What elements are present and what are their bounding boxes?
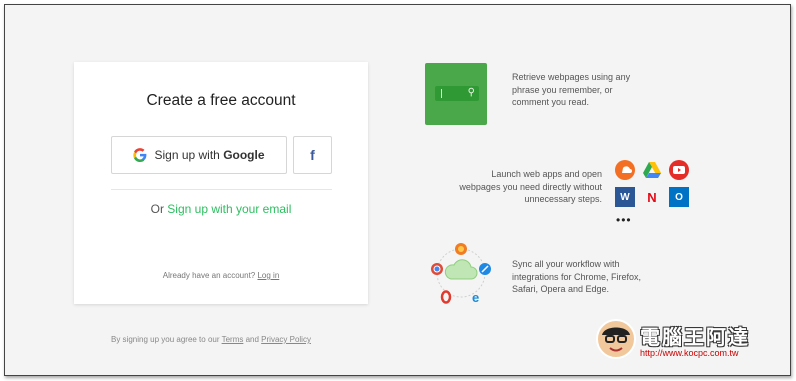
login-prompt: Already have an account? Log in [74, 271, 368, 280]
email-signup-line: Or Sign up with your email [74, 202, 368, 216]
watermark-title: 電腦王阿達 [640, 327, 750, 349]
privacy-policy-link[interactable]: Privacy Policy [261, 335, 311, 344]
feature-line: phrase you remember, or [512, 84, 613, 95]
search-icon: ⚲ [467, 87, 475, 98]
google-button-label: Sign up with Google [154, 148, 265, 162]
signup-title: Create a free account [146, 92, 296, 109]
have-account-label: Already have an account? [162, 271, 258, 280]
search-bar-illustration: ⚲ [435, 86, 479, 101]
watermark-avatar-icon [596, 319, 636, 359]
feature-line: Safari, Opera and Edge. [512, 284, 610, 294]
feature-line: integrations for Chrome, Firefox, [512, 271, 642, 282]
facebook-signup-button[interactable]: f [293, 136, 332, 174]
feature-retrieve-text: Retrieve webpages using any phrase you r… [512, 71, 630, 109]
youtube-icon [669, 160, 689, 180]
feature-sync-text: Sync all your workflow with integrations… [512, 258, 641, 296]
feature-line: Retrieve webpages using any [512, 72, 631, 82]
feature-launch-text: Launch web apps and open webpages you ne… [440, 168, 602, 206]
text-cursor [441, 89, 442, 98]
app-icons-grid: W N O ••• [615, 160, 695, 232]
feature-line: Launch web apps and open [491, 169, 602, 179]
google-icon [133, 148, 147, 162]
google-signup-button[interactable]: Sign up with Google [111, 136, 287, 174]
terms-prefix: By signing up you agree to our [111, 335, 222, 344]
word-icon: W [615, 187, 635, 207]
feature-line: comment you read. [512, 97, 590, 107]
login-link[interactable]: Log in [257, 271, 279, 280]
divider [111, 189, 332, 190]
search-feature-tile: ⚲ [425, 63, 487, 125]
feature-line: webpages you need directly without [459, 181, 602, 192]
more-icon: ••• [616, 213, 632, 227]
terms-and: and [243, 335, 262, 344]
signup-card: Create a free account Sign up with Googl… [74, 62, 368, 304]
svg-text:e: e [472, 290, 479, 305]
or-label: Or [150, 202, 168, 216]
google-drive-icon [642, 160, 662, 180]
feature-line: unnecessary steps. [524, 194, 602, 204]
browser-cloud-icon: e [431, 243, 491, 305]
watermark: 電腦王阿達 http://www.kocpc.com.tw [596, 315, 776, 361]
soundcloud-icon [615, 160, 635, 180]
outlook-icon: O [669, 187, 689, 207]
feature-line: Sync all your workflow with [512, 259, 620, 269]
terms-link[interactable]: Terms [222, 335, 244, 344]
netflix-icon: N [647, 189, 657, 205]
watermark-url: http://www.kocpc.com.tw [640, 348, 739, 358]
facebook-icon: f [310, 147, 315, 163]
email-signup-link[interactable]: Sign up with your email [167, 202, 291, 216]
terms-notice: By signing up you agree to our Terms and… [111, 335, 311, 344]
